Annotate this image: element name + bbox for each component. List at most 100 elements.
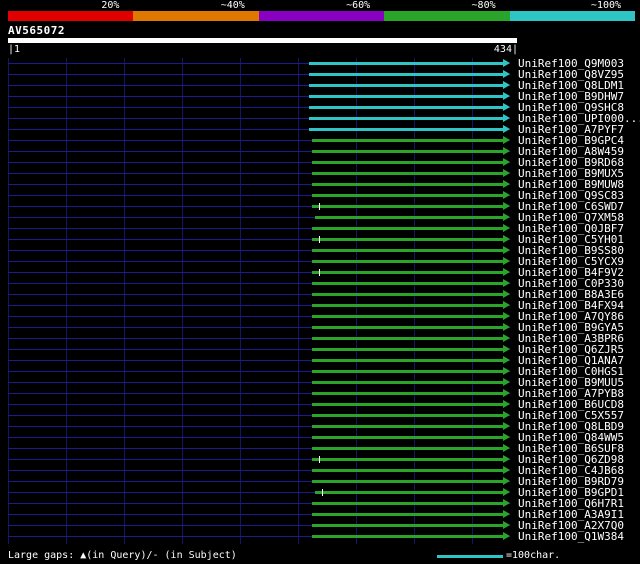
alignment-bar[interactable] (311, 510, 510, 518)
scale-segment: ~80% (384, 0, 510, 21)
alignment-bar[interactable] (311, 147, 510, 155)
alignment-bar[interactable] (311, 444, 510, 452)
alignment-arrowhead-icon (502, 510, 510, 518)
alignment-arrowhead-icon (502, 334, 510, 342)
alignment-bar[interactable] (309, 59, 510, 67)
alignment-arrowhead-icon (502, 411, 510, 419)
alignment-bar[interactable] (315, 488, 510, 496)
alignment-arrowhead-icon (502, 224, 510, 232)
alignment-arrowhead-icon (502, 521, 510, 529)
alignment-arrowhead-icon (502, 367, 510, 375)
alignment-arrowhead-icon (502, 268, 510, 276)
alignment-bar[interactable] (311, 180, 510, 188)
alignment-arrowhead-icon (502, 290, 510, 298)
alignment-bar[interactable] (311, 422, 510, 430)
large-gaps-legend: Large gaps: ▲(in Query)/- (in Subject) (8, 550, 237, 561)
alignment-bar[interactable] (311, 378, 510, 386)
scale-ruler-line (437, 555, 503, 558)
alignment-bar[interactable] (311, 268, 510, 276)
alignment-arrowhead-icon (502, 202, 510, 210)
alignment-bar[interactable] (311, 202, 510, 210)
alignment-bar[interactable] (311, 455, 510, 463)
alignment-arrowhead-icon (502, 279, 510, 287)
alignment-bar[interactable] (311, 169, 510, 177)
alignment-bar[interactable] (309, 70, 510, 78)
scale-segment-label: ~40% (220, 0, 245, 11)
alignment-arrowhead-icon (502, 466, 510, 474)
alignment-bar[interactable] (309, 92, 510, 100)
alignment-bar[interactable] (311, 400, 510, 408)
scale-segment-color (384, 11, 510, 21)
alignment-bar[interactable] (311, 312, 510, 320)
alignment-arrowhead-icon (502, 158, 510, 166)
alignment-arrowhead-icon (502, 356, 510, 364)
query-bar (8, 38, 517, 43)
alignment-bar[interactable] (311, 411, 510, 419)
alignment-arrowhead-icon (502, 103, 510, 111)
alignment-bar[interactable] (311, 158, 510, 166)
alignment-bar[interactable] (311, 301, 510, 309)
ruler-start-label: |1 (8, 44, 21, 55)
alignment-arrowhead-icon (502, 70, 510, 78)
alignment-arrowhead-icon (502, 422, 510, 430)
alignment-bar[interactable] (311, 367, 510, 375)
alignment-arrowhead-icon (502, 323, 510, 331)
alignment-bar[interactable] (311, 323, 510, 331)
alignment-arrowhead-icon (502, 389, 510, 397)
alignment-bar[interactable] (311, 389, 510, 397)
scale-segment-label: ~100% (590, 0, 622, 11)
alignment-bar[interactable] (309, 103, 510, 111)
alignment-arrowhead-icon (502, 147, 510, 155)
alignment-arrowhead-icon (502, 378, 510, 386)
alignment-bar[interactable] (311, 279, 510, 287)
alignment-arrowhead-icon (502, 444, 510, 452)
alignment-bar[interactable] (309, 125, 510, 133)
alignment-bar[interactable] (311, 532, 510, 540)
alignment-bar[interactable] (311, 334, 510, 342)
hit-label[interactable]: UniRef100_Q1W384 (518, 531, 624, 542)
alignment-bar[interactable] (311, 246, 510, 254)
alignment-bar[interactable] (311, 224, 510, 232)
gap-tick (322, 489, 324, 496)
alignment-arrowhead-icon (502, 312, 510, 320)
alignment-bar[interactable] (311, 257, 510, 265)
alignment-bar[interactable] (311, 521, 510, 529)
scale-segment-color (509, 11, 636, 21)
blast-overview: 20% ~40% ~60% ~80% ~100% AV565072 |1 434… (0, 0, 640, 564)
alignment-arrowhead-icon (502, 301, 510, 309)
alignment-arrowhead-icon (502, 345, 510, 353)
alignment-bar[interactable] (311, 499, 510, 507)
scale-segment-label: ~80% (471, 0, 496, 11)
alignment-arrowhead-icon (502, 81, 510, 89)
scale-segment-label: ~60% (346, 0, 371, 11)
alignment-arrowhead-icon (502, 59, 510, 67)
alignment-bar[interactable] (311, 191, 510, 199)
alignment-bar[interactable] (311, 433, 510, 441)
alignment-bar[interactable] (311, 466, 510, 474)
alignment-arrowhead-icon (502, 235, 510, 243)
alignment-bar[interactable] (311, 356, 510, 364)
gap-tick (318, 203, 320, 210)
alignment-bar[interactable] (311, 290, 510, 298)
alignment-bar[interactable] (311, 136, 510, 144)
alignment-bar[interactable] (309, 81, 510, 89)
alignment-arrowhead-icon (502, 213, 510, 221)
alignment-arrowhead-icon (502, 433, 510, 441)
scale-ruler-label: =100char. (506, 550, 561, 561)
scale-segment: 20% (8, 0, 134, 21)
scale-segment-label: 20% (101, 0, 120, 11)
alignment-bar[interactable] (315, 213, 510, 221)
alignment-arrowhead-icon (502, 180, 510, 188)
scale-segment-color (258, 11, 385, 21)
alignment-bar[interactable] (311, 477, 510, 485)
alignment-arrowhead-icon (502, 257, 510, 265)
gap-tick (318, 269, 320, 276)
alignment-arrowhead-icon (502, 488, 510, 496)
alignment-bar[interactable] (311, 235, 510, 243)
scale-segment: ~60% (258, 0, 385, 21)
scale-segment: ~100% (509, 0, 636, 21)
alignment-bar[interactable] (309, 114, 510, 122)
scale-segment-color (8, 11, 134, 21)
identity-scale: 20% ~40% ~60% ~80% ~100% (8, 0, 636, 21)
alignment-bar[interactable] (311, 345, 510, 353)
